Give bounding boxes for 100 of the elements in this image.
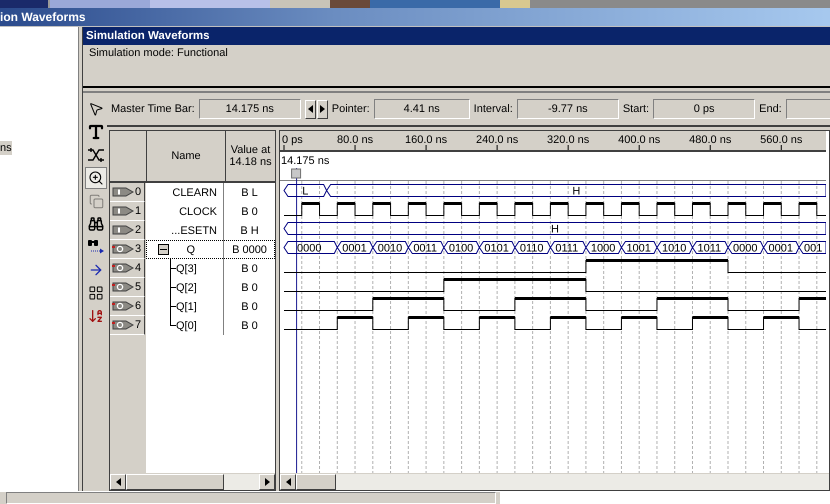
right-arrow-icon bbox=[320, 105, 325, 113]
bus-value: 1000 bbox=[590, 242, 616, 254]
text-tool-icon bbox=[87, 123, 105, 141]
signal-value: B 0 bbox=[241, 320, 258, 332]
horizontal-scrollbar[interactable] bbox=[280, 473, 829, 490]
signal-name: Q[3] bbox=[176, 262, 197, 274]
signal-value: B 0 bbox=[241, 206, 258, 218]
end-label: End: bbox=[759, 103, 782, 115]
signal-index: 7 bbox=[135, 319, 142, 331]
left-arrow-icon bbox=[286, 478, 290, 486]
scroll-thumb[interactable] bbox=[126, 474, 224, 490]
value-column-header[interactable]: Value at 14.18 ns bbox=[226, 131, 275, 181]
output-pin-icon bbox=[112, 262, 134, 274]
input-pin-icon bbox=[112, 186, 134, 198]
minus-icon bbox=[160, 246, 167, 253]
scroll-left-button[interactable] bbox=[280, 474, 296, 490]
output-pin-icon bbox=[112, 300, 134, 312]
interval-field[interactable]: -9.77 ns bbox=[516, 99, 619, 119]
bus-value: 0010 bbox=[378, 242, 402, 254]
start-field[interactable]: 0 ps bbox=[653, 99, 756, 119]
signal-name: Q[1] bbox=[176, 300, 197, 312]
signal-index: 0 bbox=[135, 186, 142, 198]
signal-value: B 0000 bbox=[232, 244, 267, 256]
pointer-label: Pointer: bbox=[332, 103, 370, 115]
name-column-header[interactable]: Name bbox=[147, 131, 226, 181]
left-arrow-icon bbox=[116, 478, 120, 486]
bus-value: 0011 bbox=[413, 242, 437, 254]
sort-icon bbox=[88, 308, 104, 324]
signal-name: ...ESETN bbox=[171, 224, 217, 236]
bus-value: 0001 bbox=[768, 242, 793, 254]
output-pin-icon bbox=[112, 281, 134, 293]
bus-value: 0000 bbox=[733, 242, 758, 254]
side-panel-text: ns bbox=[0, 141, 12, 155]
ruler-label: 400.0 ns bbox=[618, 134, 660, 146]
waveform-edit-icon bbox=[87, 148, 105, 162]
binoculars-icon bbox=[88, 216, 104, 232]
pointer-icon bbox=[88, 101, 104, 117]
bus-value: 0000 bbox=[297, 242, 322, 254]
cursor-time-label: 14.175 ns bbox=[281, 155, 330, 167]
zoom-icon bbox=[88, 170, 104, 186]
input-pin-icon bbox=[112, 224, 134, 236]
binoculars-arrow-icon bbox=[87, 239, 105, 255]
signal-index: 3 bbox=[135, 243, 142, 255]
window-title: ion Waveforms bbox=[0, 10, 86, 24]
scroll-thumb[interactable] bbox=[296, 474, 336, 490]
cursor-handle[interactable] bbox=[291, 168, 302, 178]
grid-icon bbox=[88, 285, 104, 301]
ruler-label: 320.0 ns bbox=[547, 134, 590, 146]
signal-name: CLOCK bbox=[179, 206, 217, 218]
bus-value: 1001 bbox=[626, 242, 651, 254]
signal-index: 6 bbox=[135, 300, 142, 312]
output-pin-icon bbox=[112, 243, 134, 255]
signal-row[interactable]: Q B 0000 bbox=[146, 240, 275, 259]
signal-index: 5 bbox=[135, 281, 142, 293]
bus-value: 0101 bbox=[484, 242, 509, 254]
bus-value: H bbox=[551, 224, 559, 236]
horizontal-scrollbar[interactable] bbox=[110, 473, 275, 490]
bus-value: H bbox=[572, 186, 580, 198]
ruler-label: 0 ps bbox=[282, 134, 303, 146]
signal-name: Q bbox=[186, 244, 195, 256]
signal-name: Q[2] bbox=[176, 282, 197, 294]
ruler-label: 560.0 ns bbox=[760, 134, 802, 146]
simulation-mode-text: Simulation mode: Functional bbox=[89, 47, 228, 59]
signal-index: 4 bbox=[135, 262, 142, 274]
previous-button[interactable] bbox=[304, 100, 316, 118]
scroll-right-button[interactable] bbox=[259, 474, 275, 490]
bus-value: 0001 bbox=[342, 242, 367, 254]
ruler-label: 480.0 ns bbox=[689, 134, 732, 146]
start-label: Start: bbox=[622, 103, 650, 115]
ruler-label: 240.0 ns bbox=[476, 134, 518, 146]
signal-value: B 0 bbox=[241, 282, 258, 294]
signal-value: B 0 bbox=[241, 300, 258, 312]
signal-name: Q[0] bbox=[176, 320, 197, 332]
ruler-label: 80.0 ns bbox=[337, 134, 374, 146]
pointer-field[interactable]: 4.41 ns bbox=[374, 99, 470, 119]
right-arrow-icon bbox=[264, 478, 270, 486]
signal-value: B 0 bbox=[241, 262, 258, 274]
output-pin-icon bbox=[112, 319, 134, 331]
interval-label: Interval: bbox=[474, 103, 513, 115]
signal-index: 1 bbox=[135, 205, 142, 217]
bus-value: 0100 bbox=[448, 242, 474, 254]
panel-title: Simulation Waveforms bbox=[86, 30, 210, 42]
signal-value: B L bbox=[241, 186, 258, 198]
master-time-field[interactable]: 14.175 ns bbox=[198, 99, 301, 119]
bus-value: 001 bbox=[804, 242, 822, 254]
left-arrow-icon bbox=[308, 105, 313, 113]
bus-value: 0110 bbox=[520, 242, 544, 254]
collapse-button[interactable] bbox=[158, 244, 169, 255]
end-field[interactable] bbox=[786, 99, 830, 119]
next-button[interactable] bbox=[316, 100, 328, 118]
signal-value: B H bbox=[240, 224, 259, 236]
bus-value: 1010 bbox=[662, 242, 686, 254]
copy-icon bbox=[88, 194, 104, 208]
master-time-bar-label: Master Time Bar: bbox=[111, 103, 195, 115]
tool-button[interactable] bbox=[85, 167, 107, 189]
bus-value: 1011 bbox=[697, 242, 722, 254]
input-pin-icon bbox=[112, 205, 134, 217]
bus-value: L bbox=[302, 186, 308, 198]
scroll-left-button[interactable] bbox=[110, 474, 126, 490]
ruler-label: 160.0 ns bbox=[404, 134, 448, 146]
